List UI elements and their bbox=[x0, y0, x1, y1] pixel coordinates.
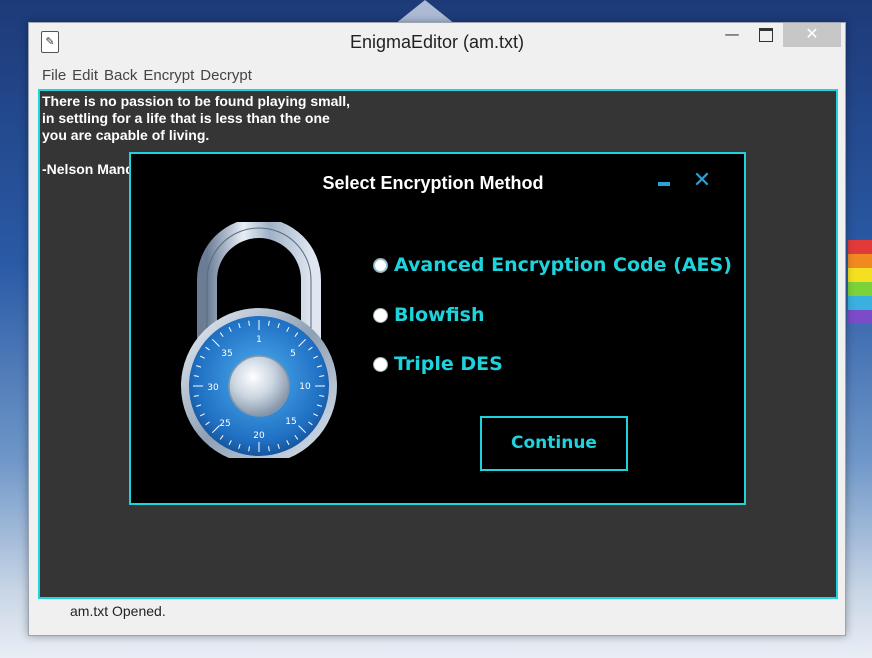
wallpaper-stripe bbox=[848, 268, 872, 282]
dial-number-10: 10 bbox=[299, 382, 311, 392]
radio-button[interactable] bbox=[373, 307, 388, 323]
dial-number-35: 35 bbox=[221, 349, 232, 359]
option-aes-label[interactable]: Avanced Encryption Code (AES) bbox=[394, 254, 732, 276]
dial-number-30: 30 bbox=[207, 383, 219, 393]
dialog-title: Select Encryption Method bbox=[322, 173, 544, 193]
title-bar[interactable]: ✎ EnigmaEditor (am.txt) — ✕ bbox=[29, 23, 845, 61]
continue-button[interactable]: Continue bbox=[480, 416, 628, 471]
encryption-dialog: Select Encryption Method ✕ 1 5 10 15 20 … bbox=[129, 152, 746, 505]
status-text: am.txt Opened. bbox=[70, 603, 166, 619]
wallpaper-stripe bbox=[848, 240, 872, 254]
menu-decrypt[interactable]: Decrypt bbox=[196, 63, 254, 84]
menu-bar: File Edit Back Encrypt Decrypt bbox=[38, 63, 836, 87]
menu-edit[interactable]: Edit bbox=[68, 63, 100, 84]
radio-button[interactable] bbox=[373, 257, 388, 273]
option-blowfish[interactable]: Blowfish bbox=[373, 304, 485, 326]
option-aes[interactable]: Avanced Encryption Code (AES) bbox=[373, 254, 732, 276]
option-triple-des[interactable]: Triple DES bbox=[373, 353, 503, 375]
dial-number-15: 15 bbox=[285, 417, 296, 427]
wallpaper-stripe bbox=[848, 254, 872, 268]
dial-number-1: 1 bbox=[256, 335, 262, 345]
dialog-minimize-icon[interactable] bbox=[658, 182, 670, 186]
menu-encrypt[interactable]: Encrypt bbox=[139, 63, 196, 84]
status-bar: am.txt Opened. bbox=[29, 601, 845, 635]
radio-button[interactable] bbox=[373, 356, 388, 372]
menu-back[interactable]: Back bbox=[100, 63, 139, 84]
option-triple-des-label[interactable]: Triple DES bbox=[394, 353, 503, 375]
wallpaper-stripe bbox=[848, 282, 872, 296]
option-blowfish-label[interactable]: Blowfish bbox=[394, 304, 485, 326]
maximize-button[interactable] bbox=[749, 23, 783, 47]
dial-number-25: 25 bbox=[219, 419, 230, 429]
maximize-icon bbox=[759, 28, 773, 42]
padlock-icon: 1 5 10 15 20 25 30 35 bbox=[181, 222, 337, 458]
dial-number-20: 20 bbox=[253, 431, 265, 441]
close-button[interactable]: ✕ bbox=[783, 23, 841, 47]
minimize-button[interactable]: — bbox=[715, 23, 749, 47]
dial-number-5: 5 bbox=[290, 349, 296, 359]
menu-file[interactable]: File bbox=[38, 63, 68, 84]
dialog-close-icon[interactable]: ✕ bbox=[691, 170, 713, 192]
wallpaper-shape bbox=[395, 0, 455, 24]
wallpaper-stripe bbox=[848, 296, 872, 310]
wallpaper-stripe bbox=[848, 310, 872, 324]
